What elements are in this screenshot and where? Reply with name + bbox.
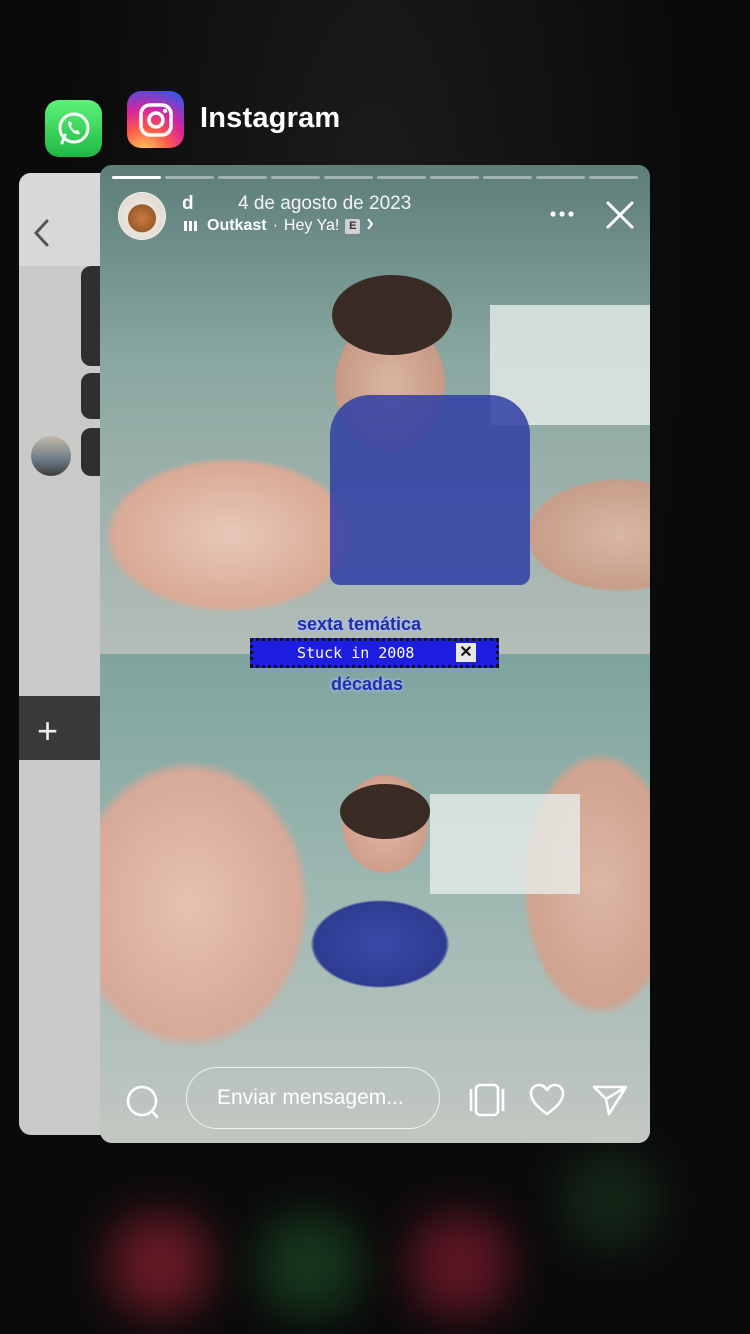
progress-segment bbox=[483, 176, 532, 179]
progress-segment bbox=[271, 176, 320, 179]
chevron-right-icon bbox=[366, 217, 374, 235]
close-icon[interactable] bbox=[605, 200, 635, 235]
hair bbox=[340, 784, 430, 839]
progress-segment bbox=[430, 176, 479, 179]
music-separator: · bbox=[272, 217, 278, 234]
window-sticker-close-icon: ✕ bbox=[456, 643, 476, 662]
progress-segment bbox=[377, 176, 426, 179]
explicit-badge: E bbox=[345, 218, 361, 234]
contact-avatar bbox=[31, 436, 71, 476]
plus-icon[interactable]: + bbox=[37, 710, 58, 752]
camera-icon[interactable] bbox=[122, 1082, 162, 1127]
progress-segment bbox=[218, 176, 267, 179]
heart-icon[interactable] bbox=[528, 1082, 566, 1123]
app-title: Instagram bbox=[200, 102, 341, 134]
music-song: Hey Ya! bbox=[283, 217, 340, 234]
desk-surface bbox=[430, 794, 580, 894]
music-sticker[interactable]: Outkast · Hey Ya! E bbox=[184, 217, 374, 235]
blurred-dock-icon bbox=[110, 1215, 210, 1315]
hair bbox=[332, 275, 452, 355]
music-artist: Outkast bbox=[207, 217, 267, 234]
window-sticker-title: Stuck in 2008 bbox=[297, 644, 415, 662]
story-avatar[interactable] bbox=[118, 192, 166, 240]
music-bars-icon bbox=[184, 221, 197, 231]
blurred-dock-icon bbox=[410, 1215, 510, 1315]
caption-sticker-bottom: décadas bbox=[331, 674, 404, 694]
progress-segment bbox=[165, 176, 214, 179]
shirt bbox=[330, 395, 530, 585]
caption-sticker-top: sexta temática bbox=[297, 614, 422, 634]
progress-segment bbox=[589, 176, 638, 179]
story-progress-bar bbox=[112, 176, 638, 179]
whatsapp-icon[interactable] bbox=[45, 100, 102, 157]
retro-window-sticker: Stuck in 2008 ✕ bbox=[250, 638, 499, 668]
send-message-input[interactable] bbox=[186, 1067, 440, 1129]
more-options-icon[interactable] bbox=[550, 205, 574, 223]
story-username[interactable]: d bbox=[182, 193, 194, 215]
instagram-story-card[interactable]: d 4 de agosto de 2023 Outkast · Hey Ya! … bbox=[100, 165, 650, 1143]
progress-segment bbox=[324, 176, 373, 179]
blurred-dock-icon bbox=[260, 1215, 360, 1315]
back-chevron-icon[interactable] bbox=[31, 217, 51, 254]
story-date: 4 de agosto de 2023 bbox=[238, 193, 412, 214]
story-photo-top bbox=[100, 165, 650, 654]
instagram-icon[interactable] bbox=[127, 91, 184, 148]
send-icon[interactable] bbox=[591, 1082, 629, 1123]
blurred-dock-icon bbox=[560, 1150, 660, 1250]
progress-segment bbox=[536, 176, 585, 179]
collage-icon[interactable] bbox=[467, 1082, 507, 1123]
progress-segment bbox=[112, 176, 161, 179]
